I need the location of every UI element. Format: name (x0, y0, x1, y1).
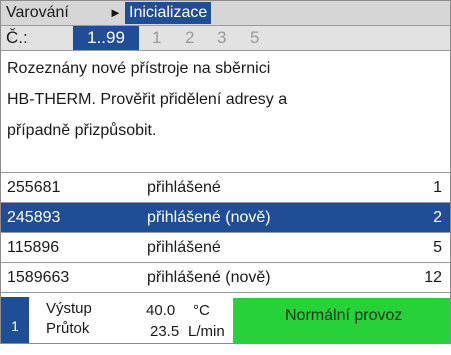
breadcrumb-home-link[interactable]: Varování (6, 1, 69, 25)
controller-screen: Varování ► Inicializace Č.: 1..99 1 2 3 … (0, 0, 451, 344)
device-id: 255681 (7, 179, 61, 196)
device-state: přihlášené (nově) (147, 269, 271, 286)
device-address: 2 (433, 209, 442, 226)
address-page-bar: Č.: 1..99 1 2 3 5 (1, 26, 450, 51)
device-address: 12 (424, 269, 442, 286)
breadcrumb-current: Inicializace (125, 2, 212, 24)
address-range-tab[interactable]: 1..99 (73, 26, 139, 50)
device-list: 255681 přihlášené 1 245893 přihlášené (n… (1, 172, 450, 293)
device-state: přihlášené (147, 239, 221, 256)
device-state: přihlášené (nově) (147, 209, 271, 226)
device-id: 1589663 (7, 269, 70, 286)
breadcrumb-arrow-icon: ► (109, 5, 122, 20)
outlet-unit: °C (193, 302, 210, 319)
page-tab-2[interactable]: 2 (185, 26, 194, 50)
message-line: HB-THERM. Prověřit přidělení adresy a (7, 91, 288, 108)
page-tab-5[interactable]: 5 (250, 26, 259, 50)
address-label: Č.: (6, 28, 28, 47)
unit-number-badge[interactable]: 1 (1, 297, 29, 343)
device-state: přihlášené (147, 179, 221, 196)
breadcrumb: Varování ► Inicializace (1, 1, 450, 26)
device-row[interactable]: 1589663 přihlášené (nově) 12 (1, 262, 450, 293)
status-bar: 1 Výstup 40.0 °C Průtok 23.5 L/min Normá… (1, 297, 450, 343)
flow-label: Průtok (46, 320, 90, 337)
device-row-selected[interactable]: 245893 přihlášené (nově) 2 (1, 202, 450, 232)
page-tab-3[interactable]: 3 (217, 26, 226, 50)
device-address: 1 (433, 179, 442, 196)
device-id: 115896 (7, 239, 60, 256)
device-id: 245893 (7, 209, 61, 226)
page-tab-1[interactable]: 1 (152, 26, 161, 50)
outlet-value: 40.0 (146, 302, 176, 319)
outlet-label: Výstup (46, 300, 92, 317)
info-message: Rozeznány nové přístroje na sběrnici HB-… (7, 53, 442, 146)
flow-value: 23.5 (150, 323, 180, 340)
device-address: 5 (433, 239, 442, 256)
flow-unit: L/min (188, 323, 225, 340)
device-row[interactable]: 115896 přihlášené 5 (1, 232, 450, 262)
message-line: Rozeznány nové přístroje na sběrnici (7, 60, 271, 77)
operating-mode-text: Normální provoz (285, 307, 403, 324)
device-row[interactable]: 255681 přihlášené 1 (1, 172, 450, 202)
operating-mode-indicator: Normální provoz (233, 298, 450, 343)
message-line: případně přizpůsobit. (7, 122, 157, 139)
